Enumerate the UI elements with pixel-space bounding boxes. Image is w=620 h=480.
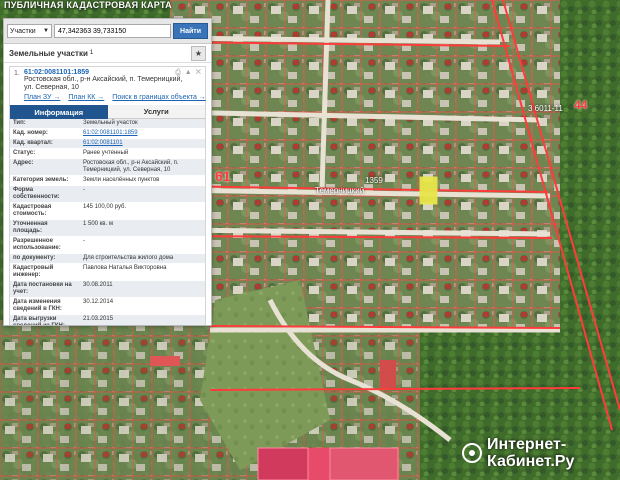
info-value: 30.12.2014 (80, 297, 205, 315)
results-count: 1 (89, 50, 94, 56)
info-row: Разрешенное использование: - (10, 236, 205, 254)
map-parcel-label: 1359 (365, 176, 383, 185)
info-key: Кадастровый инженер: (10, 263, 80, 281)
info-value: Земли населённых пунктов (80, 175, 205, 186)
info-key: Кадастровая стоимость: (10, 202, 80, 220)
info-key: Разрешенное использование: (10, 236, 80, 254)
info-row: Кад. квартал: 61:02:0081101 (10, 138, 205, 149)
favorite-star-icon[interactable]: ★ (191, 45, 206, 61)
find-button[interactable]: Найти (173, 23, 208, 39)
info-value: - (80, 185, 205, 203)
result-index: 1. (14, 70, 20, 77)
info-value: 30.08.2011 (80, 280, 205, 298)
info-value: Ранее учтенный (80, 148, 205, 159)
plan-zu-link[interactable]: План ЗУ → (24, 94, 60, 101)
info-value: - (80, 236, 205, 254)
info-row: Тип: Земельный участок (10, 119, 205, 129)
result-address-line2: ул. Северная, 10 (24, 84, 79, 91)
object-type-label: Участки (10, 27, 36, 35)
info-key: по документу: (10, 253, 80, 264)
print-icon[interactable]: ⎙ (175, 69, 182, 76)
info-key: Форма собственности: (10, 185, 80, 203)
info-row: Адрес: Ростовская обл., р-н Аксайский, п.… (10, 158, 205, 176)
info-value: Для строительства жилого дома (80, 253, 205, 264)
object-type-select[interactable]: Участки ▼ (7, 24, 52, 38)
info-key: Категория земель: (10, 175, 80, 186)
info-row: Статус: Ранее учтенный (10, 148, 205, 159)
result-tabs: Информация Услуги (10, 105, 205, 119)
search-input[interactable] (54, 24, 172, 38)
map-block-label: 61 (215, 168, 231, 184)
info-row: Дата изменения сведений в ГКН: 30.12.2014 (10, 297, 205, 315)
search-panel: Участки ▼ Найти Земельные участки 1 ★ 1.… (3, 18, 212, 326)
info-value: Павлова Наталья Викторовна (80, 263, 205, 281)
info-row: Кадастровая стоимость: 145 100,00 руб. (10, 202, 205, 220)
map-street-label: Темерницкий (315, 186, 365, 195)
watermark-line1: Интернет- (487, 436, 567, 453)
results-title: Земельные участки (9, 48, 88, 58)
info-value-link[interactable]: 61:02:0081101 (80, 138, 205, 149)
watermark-text: Интернет- Кабинет.Ру (487, 436, 574, 470)
info-row: Дата постановки на учет: 30.08.2011 (10, 280, 205, 298)
info-row: Кад. номер: 61:02:0081101:1859 (10, 128, 205, 139)
plan-kk-link[interactable]: План КК → (68, 94, 104, 101)
watermark-line2: Кабинет.Ру (487, 453, 575, 470)
close-icon[interactable]: ✕ (196, 69, 202, 76)
card-actions: ⎙ ▲ ✕ (175, 69, 202, 77)
info-value: 145 100,00 руб. (80, 202, 205, 220)
tab-services[interactable]: Услуги (107, 105, 205, 119)
info-value: 21.03.2015 (80, 314, 205, 325)
info-row: Дата выгрузки сведений из ГКН: 21.03.2015 (10, 314, 205, 325)
info-key: Дата постановки на учет: (10, 280, 80, 298)
info-key: Уточненная площадь: (10, 219, 80, 237)
map-block-code: 3 6011-11 (528, 104, 563, 113)
watermark-logo-icon (462, 443, 482, 463)
expand-icon[interactable]: ▲ (185, 69, 193, 76)
map-title: ПУБЛИЧНАЯ КАДАСТРОВАЯ КАРТА (4, 0, 172, 10)
results-header: Земельные участки 1 ★ (4, 44, 211, 63)
info-key: Дата изменения сведений в ГКН: (10, 297, 80, 315)
info-value: 1 500 кв. м (80, 219, 205, 237)
info-key: Дата выгрузки сведений из ГКН: (10, 314, 80, 325)
result-links: План ЗУ → План КК → Поиск в границах объ… (24, 94, 206, 101)
info-key: Кад. квартал: (10, 138, 80, 149)
info-value: Земельный участок (80, 119, 205, 129)
tab-information[interactable]: Информация (10, 105, 108, 119)
search-border-link[interactable]: Поиск в границах объекта → (112, 94, 206, 101)
search-bar: Участки ▼ Найти (4, 19, 211, 44)
result-card: 1. 61:02:0081101:1859 Ростовская обл., р… (9, 66, 206, 325)
info-row: Форма собственности: - (10, 185, 205, 203)
info-row: Категория земель: Земли населённых пункто… (10, 175, 205, 186)
info-value-link[interactable]: 61:02:0081101:1859 (80, 128, 205, 139)
chevron-down-icon: ▼ (43, 28, 49, 34)
info-key: Тип: (10, 119, 80, 129)
info-row: Кадастровый инженер: Павлова Наталья Викт… (10, 263, 205, 281)
watermark: Интернет- Кабинет.Ру (462, 434, 618, 472)
info-key: Статус: (10, 148, 80, 159)
info-table: Тип: Земельный участок Кад. номер: 61:02:0… (10, 119, 205, 325)
map-block-label: 44 (574, 98, 588, 112)
info-row: Уточненная площадь: 1 500 кв. м (10, 219, 205, 237)
info-key: Кад. номер: (10, 128, 80, 139)
result-header: 1. 61:02:0081101:1859 Ростовская обл., р… (10, 67, 206, 103)
info-key: Адрес: (10, 158, 80, 176)
info-row: по документу: Для строительства жилого до… (10, 253, 205, 264)
info-value: Ростовская обл., р-н Аксайский, п. Темер… (80, 158, 205, 176)
result-address-line1: Ростовская обл., р-н Аксайский, п. Темер… (24, 76, 183, 83)
